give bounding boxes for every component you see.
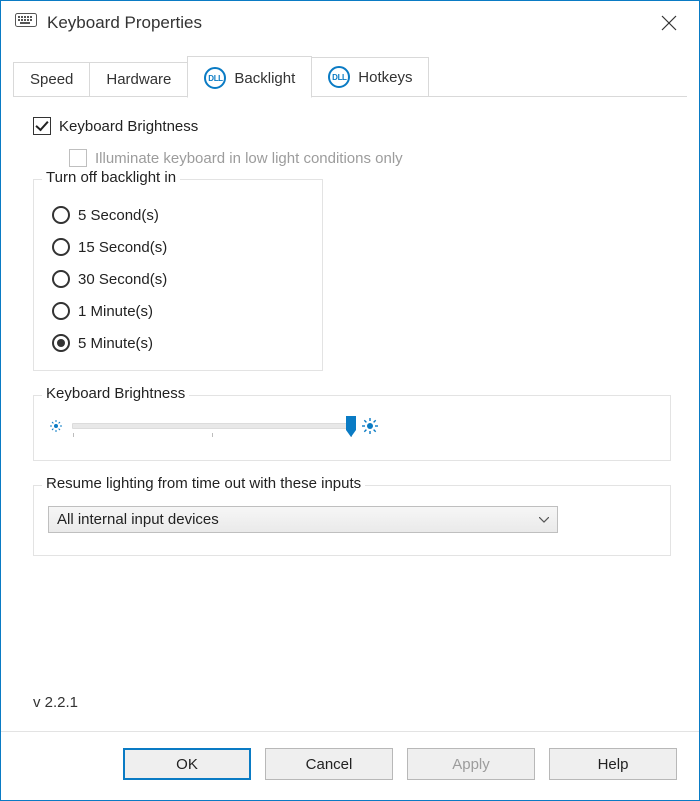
radio-icon <box>52 270 70 288</box>
tab-label: Hotkeys <box>358 69 412 86</box>
lowlight-row: Illuminate keyboard in low light conditi… <box>69 149 671 167</box>
keyboard-icon <box>15 13 37 31</box>
button-label: Help <box>598 756 629 773</box>
brightness-slider[interactable] <box>72 423 352 429</box>
chevron-down-icon <box>539 514 549 526</box>
radio-label: 30 Second(s) <box>78 271 167 288</box>
tab-row: Speed Hardware D LL Backlight D LL Hotke… <box>1 45 699 97</box>
keyboard-brightness-label: Keyboard Brightness <box>59 118 198 135</box>
dialog-button-row: OK Cancel Apply Help <box>1 731 699 800</box>
radio-label: 5 Minute(s) <box>78 335 153 352</box>
tab-label: Backlight <box>234 70 295 87</box>
lowlight-checkbox <box>69 149 87 167</box>
resume-lighting-groupbox: Resume lighting from time out with these… <box>33 485 671 556</box>
tab-label: Hardware <box>106 71 171 88</box>
tab-content-backlight: Keyboard Brightness Illuminate keyboard … <box>1 97 699 731</box>
dell-icon: D LL <box>204 67 226 89</box>
radio-icon <box>52 302 70 320</box>
ok-button[interactable]: OK <box>123 748 251 780</box>
brightness-high-icon <box>362 418 378 434</box>
dell-icon: D LL <box>328 66 350 88</box>
tab-hotkeys[interactable]: D LL Hotkeys <box>311 57 429 97</box>
brightness-low-icon <box>50 420 62 432</box>
radio-label: 5 Second(s) <box>78 207 159 224</box>
button-label: OK <box>176 756 198 773</box>
keyboard-brightness-checkbox[interactable] <box>33 117 51 135</box>
apply-button: Apply <box>407 748 535 780</box>
cancel-button[interactable]: Cancel <box>265 748 393 780</box>
window-title: Keyboard Properties <box>47 13 202 33</box>
button-label: Apply <box>452 756 490 773</box>
timeout-option-30s[interactable]: 30 Second(s) <box>52 270 304 288</box>
radio-icon <box>52 334 70 352</box>
tab-label: Speed <box>30 71 73 88</box>
radio-icon <box>52 206 70 224</box>
brightness-slider-legend: Keyboard Brightness <box>42 385 189 402</box>
tab-backlight[interactable]: D LL Backlight <box>187 56 312 98</box>
radio-label: 15 Second(s) <box>78 239 167 256</box>
lowlight-label: Illuminate keyboard in low light conditi… <box>95 150 403 167</box>
timeout-legend: Turn off backlight in <box>42 169 180 186</box>
resume-lighting-legend: Resume lighting from time out with these… <box>42 475 365 492</box>
title-bar: Keyboard Properties <box>1 1 699 45</box>
help-button[interactable]: Help <box>549 748 677 780</box>
dropdown-value: All internal input devices <box>57 511 219 528</box>
button-label: Cancel <box>306 756 353 773</box>
close-icon <box>661 15 677 31</box>
tab-hardware[interactable]: Hardware <box>89 62 188 97</box>
keyboard-properties-dialog: Keyboard Properties Speed Hardware D LL … <box>0 0 700 801</box>
version-label: v 2.2.1 <box>33 694 671 711</box>
timeout-option-1m[interactable]: 1 Minute(s) <box>52 302 304 320</box>
radio-label: 1 Minute(s) <box>78 303 153 320</box>
radio-icon <box>52 238 70 256</box>
brightness-slider-groupbox: Keyboard Brightness <box>33 395 671 461</box>
timeout-option-5s[interactable]: 5 Second(s) <box>52 206 304 224</box>
resume-input-dropdown[interactable]: All internal input devices <box>48 506 558 533</box>
tab-speed[interactable]: Speed <box>13 62 90 97</box>
timeout-option-15s[interactable]: 15 Second(s) <box>52 238 304 256</box>
close-button[interactable] <box>647 5 691 41</box>
timeout-option-5m[interactable]: 5 Minute(s) <box>52 334 304 352</box>
timeout-groupbox: Turn off backlight in 5 Second(s) 15 Sec… <box>33 179 323 371</box>
keyboard-brightness-row: Keyboard Brightness <box>33 117 671 135</box>
slider-thumb[interactable] <box>346 416 356 437</box>
